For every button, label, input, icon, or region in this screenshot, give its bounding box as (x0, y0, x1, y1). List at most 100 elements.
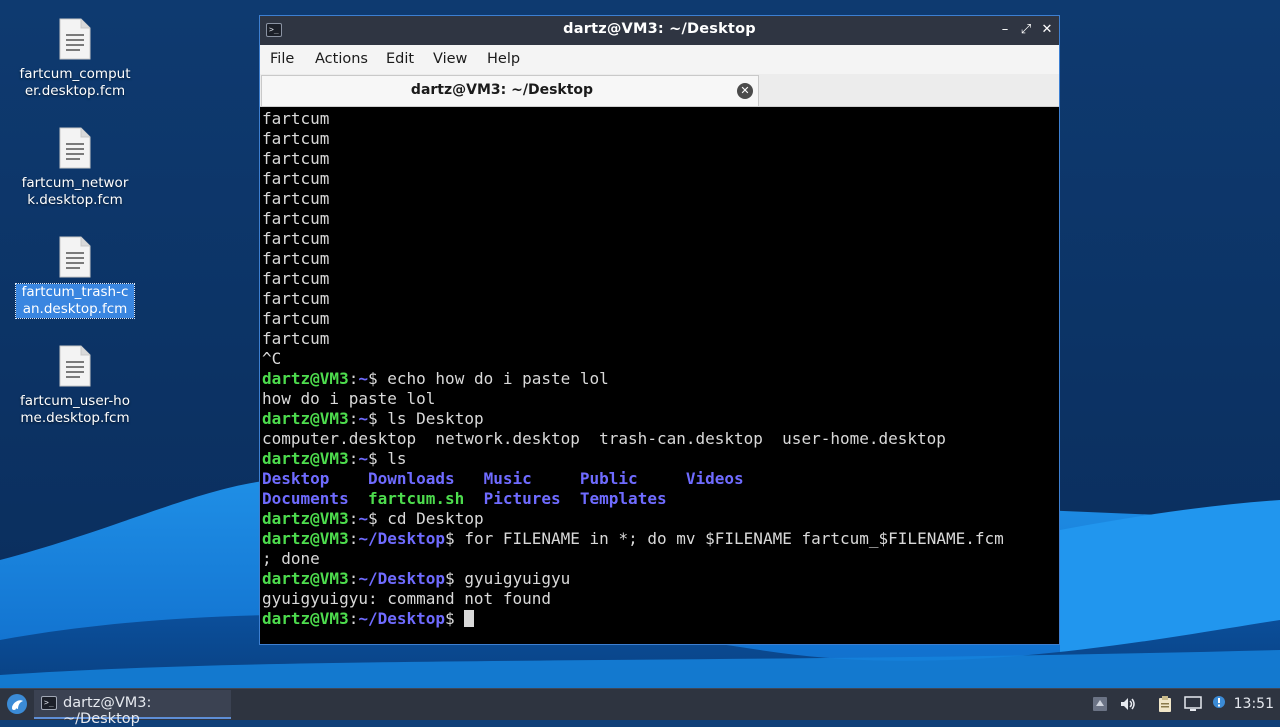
menu-actions[interactable]: Actions (315, 51, 368, 67)
terminal-output-text: fartcum (262, 329, 330, 348)
terminal-output-text: fartcum (262, 189, 330, 208)
prompt-command: cd Desktop (377, 509, 484, 528)
terminal-line: dartz@VM3:~/Desktop$ (262, 609, 1004, 629)
text-file-icon (59, 345, 91, 387)
prompt-user-host: dartz@VM3 (262, 369, 349, 388)
prompt-path: ~/Desktop (358, 569, 446, 588)
ls-directory: Videos (685, 469, 744, 488)
terminal-line: dartz@VM3:~$ cd Desktop (262, 509, 484, 528)
terminal-output-text: fartcum (262, 169, 330, 188)
terminal-lines: fartcum fartcum fartcum fartcum fartcum fartc… (262, 109, 1004, 629)
menu-help[interactable]: Help (487, 51, 520, 67)
terminal-line: fartcum (262, 189, 1004, 209)
prompt-path: ~/Desktop (358, 609, 446, 628)
terminal-line: fartcum (262, 309, 1004, 329)
menu-file[interactable]: File (270, 51, 294, 67)
text-file-icon (59, 127, 91, 169)
menu-bar: File Actions Edit View Help (260, 45, 1059, 74)
terminal-line: fartcum (262, 289, 1004, 309)
terminal-line: ; done (262, 549, 1004, 569)
terminal-output-text: ; done (262, 549, 320, 568)
terminal-output-text: fartcum (262, 209, 330, 228)
terminal-line: fartcum (262, 169, 1004, 189)
prompt-command: echo how do i paste lol (377, 369, 609, 388)
tab-close-icon[interactable]: ✕ (737, 83, 753, 99)
ls-directory: Downloads (367, 469, 484, 488)
prompt-user-host: dartz@VM3 (262, 609, 349, 628)
prompt-user-host: dartz@VM3 (262, 529, 349, 548)
prompt-command: for FILENAME in *; do mv $FILENAME fartc… (454, 529, 1004, 548)
taskbar-item-terminal[interactable]: >_ dartz@VM3: ~/Desktop (34, 690, 231, 727)
terminal-line: dartz@VM3:~$ echo how do i paste lol (262, 369, 609, 388)
terminal-line: fartcum (262, 269, 1004, 289)
terminal-output-text: gyuigyuigyu: command not found (262, 589, 551, 608)
start-menu-icon[interactable] (6, 693, 28, 715)
tab-bar: dartz@VM3: ~/Desktop ✕ (260, 74, 1059, 107)
maximize-button[interactable]: ⤢ (1016, 19, 1036, 41)
tab-label: dartz@VM3: ~/Desktop (410, 82, 594, 98)
prompt-user-host: dartz@VM3 (262, 509, 349, 528)
menu-edit[interactable]: Edit (386, 51, 414, 67)
desktop-icon-label: fartcum_computer.desktop.fcm (19, 66, 131, 99)
terminal-cursor (464, 610, 475, 627)
terminal-line: how do i paste lol (262, 389, 1004, 409)
taskbar-item-label: dartz@VM3: ~/Desktop (63, 695, 152, 727)
network-icon[interactable] (1184, 695, 1202, 713)
clipboard-icon[interactable] (1156, 695, 1174, 713)
terminal-output-text: how do i paste lol (262, 389, 436, 408)
window-title: dartz@VM3: ~/Desktop (563, 21, 756, 37)
terminal-line: fartcum (262, 109, 1004, 129)
minimize-button[interactable]: – (995, 19, 1015, 41)
desktop-icon-label: fartcum_network.desktop.fcm (21, 175, 129, 208)
prompt-user-host: dartz@VM3 (262, 569, 349, 588)
terminal-output-text: fartcum (262, 269, 330, 288)
prompt-command: ls (377, 449, 407, 468)
tab-terminal[interactable]: dartz@VM3: ~/Desktop ✕ (261, 75, 759, 106)
menu-view[interactable]: View (433, 51, 467, 67)
terminal-line: fartcum (262, 229, 1004, 249)
ls-directory: Pictures (483, 489, 580, 508)
terminal-line: fartcum (262, 149, 1004, 169)
terminal-line: gyuigyuigyu: command not found (262, 589, 1004, 609)
terminal-output-text: ^C (262, 349, 282, 368)
ls-directory: Desktop (262, 469, 368, 488)
terminal-line: dartz@VM3:~/Desktop$ gyuigyuigyu (262, 569, 571, 588)
close-button[interactable]: ✕ (1037, 19, 1057, 41)
window-titlebar[interactable]: >_ dartz@VM3: ~/Desktop – ⤢ ✕ (260, 16, 1059, 45)
prompt-path: ~ (358, 369, 368, 388)
terminal-output[interactable]: fartcum fartcum fartcum fartcum fartcum fartc… (262, 109, 1057, 642)
desktop-icon-network[interactable]: fartcum_network.desktop.fcm (16, 127, 134, 209)
terminal-line: fartcum (262, 249, 1004, 269)
notifications-icon[interactable] (1091, 695, 1109, 713)
terminal-line: fartcum (262, 129, 1004, 149)
prompt-user-host: dartz@VM3 (262, 449, 349, 468)
terminal-output-text: fartcum (262, 109, 330, 128)
prompt-path: ~/Desktop (358, 529, 446, 548)
terminal-line: dartz@VM3:~$ ls Desktop (262, 409, 484, 428)
prompt-path: ~ (358, 409, 368, 428)
desktop-icon-computer[interactable]: fartcum_computer.desktop.fcm (16, 18, 134, 100)
terminal-window[interactable]: >_ dartz@VM3: ~/Desktop – ⤢ ✕ File Actio… (259, 15, 1060, 645)
terminal-icon: >_ (41, 696, 57, 710)
terminal-output-text: fartcum (262, 309, 330, 328)
volume-icon[interactable] (1119, 695, 1137, 713)
terminal-output-text: fartcum (262, 289, 330, 308)
desktop-icon-user-home[interactable]: fartcum_user-home.desktop.fcm (16, 345, 134, 427)
desktop-icon-label: fartcum_user-home.desktop.fcm (19, 393, 131, 426)
terminal-line: fartcum (262, 209, 1004, 229)
prompt-path: ~ (358, 509, 368, 528)
ls-directory: Documents (262, 489, 368, 508)
prompt-path: ~ (358, 449, 368, 468)
updates-icon[interactable] (1210, 695, 1228, 713)
terminal-line: Documents fartcum.sh Pictures Templates (262, 489, 1004, 509)
terminal-output-text: fartcum (262, 129, 330, 148)
terminal-line: dartz@VM3:~/Desktop$ for FILENAME in *; … (262, 529, 1004, 548)
terminal-output-text: computer.desktop network.desktop trash-c… (262, 429, 946, 448)
terminal-output-text: fartcum (262, 249, 330, 268)
ls-directory: Public (579, 469, 686, 488)
terminal-output-text: fartcum (262, 229, 330, 248)
terminal-line: dartz@VM3:~$ ls (262, 449, 407, 468)
prompt-command: gyuigyuigyu (454, 569, 571, 588)
ls-directory: Templates (579, 489, 667, 508)
desktop-icon-trash-can[interactable]: fartcum_trash-can.desktop.fcm (15, 236, 135, 319)
